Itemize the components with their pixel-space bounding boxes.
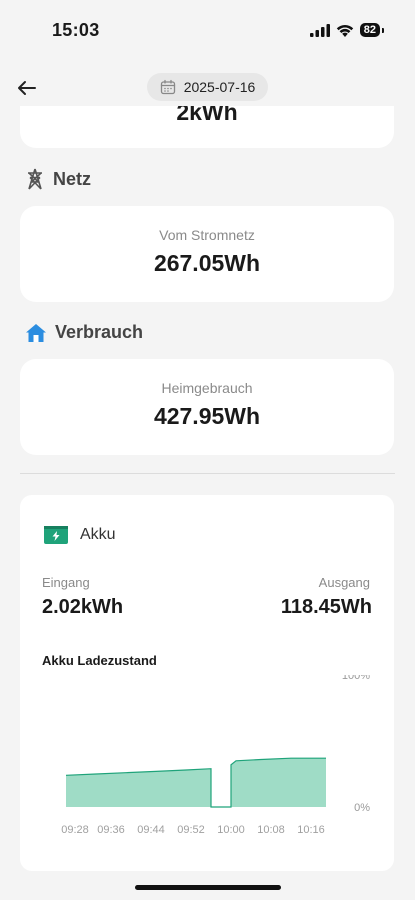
y-tick-label: 100%	[342, 675, 370, 682]
netz-title: Netz	[53, 168, 92, 189]
akku-title: Akku	[80, 526, 116, 543]
battery-indicator: 82	[359, 23, 385, 37]
netz-label: Vom Stromnetz	[159, 227, 255, 243]
soc-chart: 100% 0% 09:28 09:36 09:44 09:52 10:00 10:08 10:1…	[61, 675, 370, 836]
x-tick-label: 09:28	[61, 824, 89, 836]
akku-header: Akku	[44, 526, 116, 544]
eingang-value: 2.02kWh	[42, 596, 124, 618]
divider	[20, 473, 395, 474]
netz-value: 267.05Wh	[153, 250, 261, 276]
signal-icon	[309, 23, 330, 37]
x-tick-label: 10:00	[217, 824, 245, 836]
verbrauch-value: 427.95Wh	[153, 403, 261, 429]
eingang-label: Eingang	[42, 575, 90, 590]
netz-card: Vom Stromnetz 267.05Wh	[20, 206, 394, 302]
y-tick-label: 0%	[354, 802, 370, 814]
home-indicator	[135, 885, 281, 890]
date-selector[interactable]: 2025-07-16	[146, 73, 269, 101]
x-tick-label: 10:16	[297, 824, 325, 836]
calendar-icon	[160, 79, 175, 95]
chart-title: Akku Ladezustand	[42, 653, 157, 668]
section-title-verbrauch: Verbrauch	[25, 322, 143, 343]
verbrauch-card: Heimgebrauch 427.95Wh	[20, 359, 394, 455]
x-tick-label: 09:36	[97, 824, 125, 836]
wifi-icon	[336, 24, 353, 37]
akku-card: Akku Eingang 2.02kWh Ausgang 118.45Wh Ak…	[20, 495, 394, 871]
date-label: 2025-07-16	[183, 79, 256, 95]
x-tick-label: 09:44	[137, 824, 165, 836]
prev-energy-card: 2kWh	[20, 106, 394, 148]
section-title-netz: Netz	[25, 168, 91, 190]
back-arrow-icon[interactable]	[14, 75, 40, 101]
verbrauch-label: Heimgebrauch	[161, 380, 253, 396]
status-bar: 15:03 82	[0, 0, 415, 60]
ausgang-label: Ausgang	[318, 575, 370, 590]
verbrauch-title: Verbrauch	[55, 322, 144, 342]
header: 2025-07-16	[0, 68, 415, 106]
soc-area	[66, 758, 326, 807]
prev-card-value: 2kWh	[176, 106, 238, 125]
scroll-content[interactable]: 2kWh Netz Vom Stromnetz 267.05Wh Verbrau…	[0, 106, 415, 900]
status-time: 15:03	[52, 19, 100, 40]
battery-charge-icon	[44, 526, 68, 544]
power-tower-icon	[28, 168, 42, 190]
home-icon	[26, 323, 46, 342]
x-tick-label: 09:52	[177, 824, 205, 836]
ausgang-value: 118.45Wh	[280, 596, 372, 618]
x-tick-label: 10:08	[257, 824, 285, 836]
status-icons: 82	[309, 23, 385, 37]
